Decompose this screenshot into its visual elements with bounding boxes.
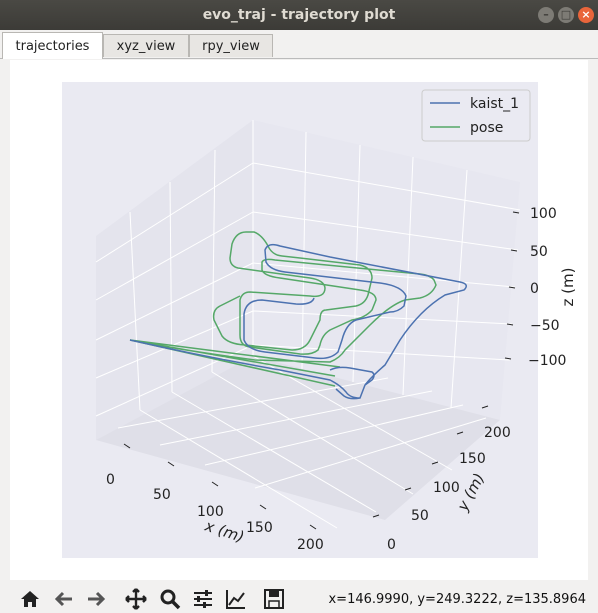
save-icon[interactable] (262, 587, 286, 611)
x-tick-label: 50 (153, 487, 171, 503)
z-tick-label: 50 (530, 244, 548, 260)
zoom-icon[interactable] (158, 587, 182, 611)
tab-xyz-view[interactable]: xyz_view (103, 34, 189, 57)
close-button[interactable]: × (578, 7, 594, 23)
z-tick-label: −100 (528, 353, 566, 369)
x-tick-label: 0 (106, 472, 115, 488)
legend: kaist_1 pose (421, 89, 531, 142)
figure-canvas[interactable]: 100 50 0 −50 −100 z (m) 0 50 100 150 200… (10, 60, 588, 580)
trajectory-plot[interactable]: 100 50 0 −50 −100 z (m) 0 50 100 150 200… (10, 60, 588, 580)
maximize-button[interactable]: □ (558, 7, 574, 23)
y-tick-label: 200 (484, 425, 511, 441)
z-tick-label: 0 (530, 281, 539, 297)
cursor-coordinates: x=146.9990, y=249.3222, z=135.8964 (328, 592, 586, 607)
configure-subplots-icon[interactable] (191, 587, 215, 611)
z-tick-label: −50 (530, 318, 560, 334)
home-icon[interactable] (18, 587, 42, 611)
x-tick-label: 200 (297, 537, 324, 553)
forward-icon[interactable] (84, 587, 108, 611)
tab-bar: trajectories xyz_view rpy_view (0, 30, 598, 59)
y-tick-label: 0 (387, 537, 396, 553)
window-title: evo_traj - trajectory plot (202, 7, 396, 23)
title-bar: evo_traj - trajectory plot – □ × (0, 0, 598, 30)
minimize-button[interactable]: – (538, 7, 554, 23)
pan-icon[interactable] (124, 587, 148, 611)
legend-kaist-1-label: kaist_1 (470, 96, 519, 112)
back-icon[interactable] (52, 587, 76, 611)
legend-pose-label: pose (470, 120, 503, 136)
y-tick-label: 50 (411, 508, 429, 524)
x-tick-label: 150 (246, 520, 273, 536)
z-tick-label: 100 (530, 206, 557, 222)
edit-axis-icon[interactable] (224, 587, 248, 611)
tab-rpy-view[interactable]: rpy_view (189, 34, 273, 57)
tab-trajectories[interactable]: trajectories (2, 32, 103, 59)
y-tick-label: 100 (433, 480, 460, 496)
y-tick-label: 150 (459, 451, 486, 467)
z-axis-label: z (m) (559, 268, 577, 307)
